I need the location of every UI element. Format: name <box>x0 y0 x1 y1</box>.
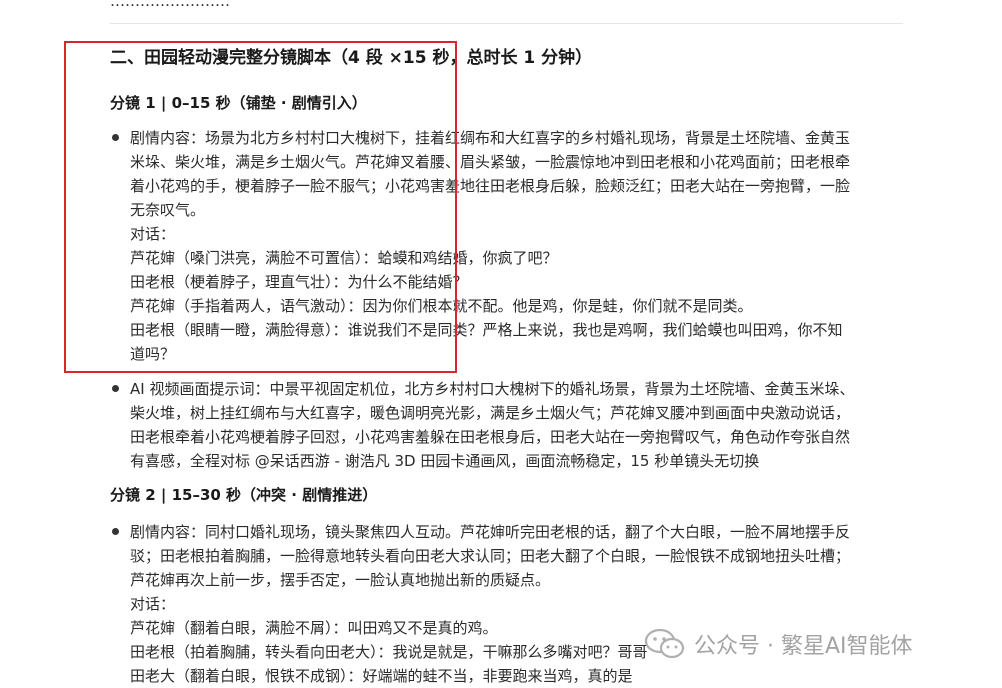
dialogue-line: 田老根（眼睛一瞪，满脸得意）：谁说我们不是同类？严格上来说，我也是鸡啊，我们蛤蟆… <box>130 321 843 339</box>
shot-1-content-line: 着小花鸡的手，梗着脖子一脸不服气；小花鸡害羞地往田老根身后躲，脸颊泛红；田老大站… <box>130 177 851 195</box>
shot-1-content-line: 无奈叹气。 <box>130 201 206 219</box>
wechat-icon <box>644 628 685 659</box>
dialogue-line: 芦花婶（手指着两人，语气激动）：因为你们根本就不配。他是鸡，你是蛙，你们就不是同… <box>130 297 753 315</box>
shot-2-content-line: 剧情内容：同村口婚礼现场，镜头聚焦四人互动。芦花婶听完田老根的话，翻了个大白眼，… <box>130 523 851 541</box>
prompt-line: AI 视频画面提示词：中景平视固定机位，北方乡村村口大槐树下的婚礼场景，背景为土… <box>130 380 855 398</box>
dialogue-line: 田老根（梗着脖子，理直气壮）：为什么不能结婚？ <box>130 273 468 291</box>
bullet-marker <box>112 385 119 392</box>
watermark: 公众号 · 繁星AI智能体 <box>644 624 913 664</box>
dialogue-line: 芦花婶（嗓门洪亮，满脸不可置信）：蛤蟆和鸡结婚，你疯了吧？ <box>130 249 558 267</box>
shot-2-heading: 分镜 2 | 15–30 秒（冲突 · 剧情推进） <box>110 486 378 504</box>
shot-2-content-line: 驳；田老根拍着胸脯，一脸得意地转头看向田老大求认同；田老大翻了个白眼，一脸恨铁不… <box>130 547 851 565</box>
shot-2-content-line: 芦花婶再次上前一步，摆手否定，一脸认真地抛出新的质疑点。 <box>130 571 551 589</box>
dialogue-label: 对话： <box>130 225 176 243</box>
dialogue-line: 芦花婶（翻着白眼，满脸不屑）：叫田鸡又不是真的鸡。 <box>130 619 498 637</box>
divider <box>110 23 903 24</box>
prompt-line: 田老根牵着小花鸡梗着脖子回怼，小花鸡害羞躲在田老根身后，田老大站在一旁抱臂叹气，… <box>130 428 851 446</box>
dialogue-label: 对话： <box>130 595 176 613</box>
bullet-marker <box>112 528 119 535</box>
dialogue-line: 田老大（翻着白眼，恨铁不成钢）：好端端的蛙不当，非要跑来当鸡，真的是 <box>130 667 633 685</box>
prompt-line: 有喜感，全程对标 @呆话西游 - 谢浩凡 3D 田园卡通画风，画面流畅稳定，15… <box>130 452 760 470</box>
partial-top-text: …………………… <box>110 0 230 10</box>
watermark-text: 公众号 · 繁星AI智能体 <box>694 634 913 659</box>
shot-1-content-line: 米垛、柴火堆，满是乡土烟火气。芦花婶叉着腰、眉头紧皱，一脸震惊地冲到田老根和小花… <box>130 153 851 171</box>
shot-1-heading: 分镜 1 | 0–15 秒（铺垫 · 剧情引入） <box>110 94 367 112</box>
dialogue-line: 田老根（拍着胸脯，转头看向田老大）：我说是就是，干嘛那么多嘴对吧？哥哥 <box>130 643 648 661</box>
dialogue-line: 道吗？ <box>130 345 176 363</box>
bullet-marker <box>112 134 119 141</box>
section-title: 二、田园轻动漫完整分镜脚本（4 段 ×15 秒，总时长 1 分钟） <box>110 48 593 68</box>
prompt-line: 柴火堆，树上挂红绸布与大红喜字，暖色调明亮光影，满是乡土烟火气；芦花婶叉腰冲到画… <box>130 404 851 422</box>
shot-1-content-line: 剧情内容：场景为北方乡村村口大槐树下，挂着红绸布和大红喜字的乡村婚礼现场，背景是… <box>130 129 851 147</box>
